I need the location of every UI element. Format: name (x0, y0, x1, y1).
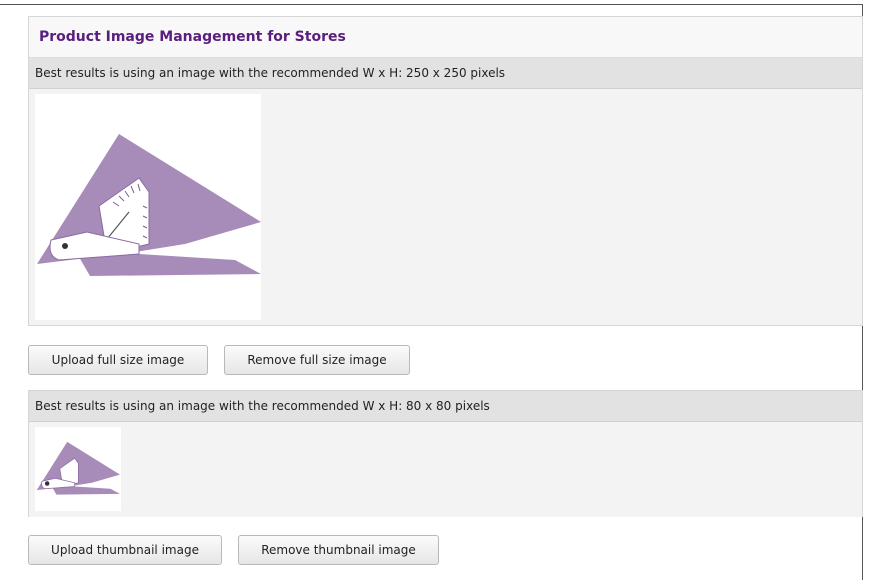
thumbnail-hint: Best results is using an image with the … (29, 391, 862, 422)
thumbnail-panel: Best results is using an image with the … (28, 390, 863, 517)
thumbnail-product-image (35, 427, 121, 511)
upload-full-size-image-button[interactable]: Upload full size image (28, 345, 208, 375)
protractor-thumbnail-illustration (36, 441, 120, 495)
image-management-panel: Product Image Management for Stores Best… (28, 16, 863, 326)
full-size-image-area (29, 89, 862, 325)
pivot-screw (62, 243, 68, 249)
thumb-pivot-screw (44, 481, 50, 486)
window-frame-top (0, 4, 862, 5)
full-size-hint: Best results is using an image with the … (29, 58, 862, 89)
remove-thumbnail-image-button[interactable]: Remove thumbnail image (238, 535, 439, 565)
upload-thumbnail-image-button[interactable]: Upload thumbnail image (28, 535, 222, 565)
remove-full-size-image-button[interactable]: Remove full size image (224, 345, 410, 375)
protractor-product-illustration (37, 134, 261, 276)
full-size-product-image (35, 94, 261, 320)
panel-title: Product Image Management for Stores (29, 17, 862, 58)
